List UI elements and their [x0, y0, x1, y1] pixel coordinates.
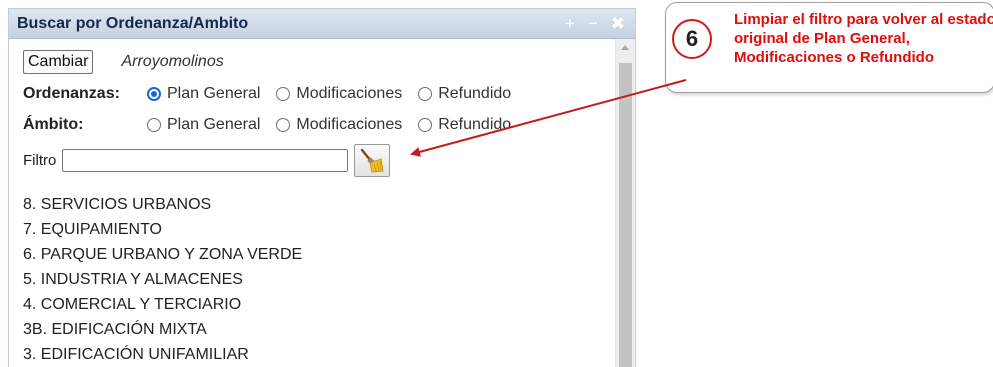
ambito-row: Ámbito: Plan General Modificaciones Refu…: [23, 116, 527, 134]
list-item[interactable]: 6. PARQUE URBANO Y ZONA VERDE: [23, 242, 302, 267]
panel-titlebar[interactable]: Buscar por Ordenanza/Ambito + − ✖: [9, 9, 635, 39]
scroll-thumb[interactable]: [619, 63, 632, 367]
location-row: Cambiar Arroyomolinos: [23, 50, 224, 74]
ambito-option-plan-general[interactable]: Plan General: [147, 116, 260, 134]
filter-label: Filtro: [23, 152, 57, 169]
radio-plan-general[interactable]: [147, 118, 161, 132]
change-button[interactable]: Cambiar: [23, 50, 94, 74]
radio-label: Plan General: [167, 116, 261, 133]
step-number-badge: 6: [672, 19, 712, 59]
location-label: Arroyomolinos: [121, 53, 224, 70]
radio-plan-general-checked[interactable]: [147, 87, 161, 101]
callout-box: 6 Limpiar el filtro para volver al estad…: [665, 2, 993, 93]
callout-text: Limpiar el filtro para volver al estado …: [734, 11, 993, 66]
ordenanzas-option-modificaciones[interactable]: Modificaciones: [276, 85, 402, 103]
list-item[interactable]: 5. INDUSTRIA Y ALMACENES: [23, 267, 302, 292]
ordenanzas-row: Ordenanzas: Plan General Modificaciones …: [23, 85, 527, 103]
search-panel: Buscar por Ordenanza/Ambito + − ✖ Cambia…: [8, 8, 636, 367]
clear-filter-button[interactable]: [354, 144, 391, 177]
radio-label: Plan General: [167, 85, 261, 102]
ordenanzas-option-plan-general[interactable]: Plan General: [147, 85, 260, 103]
radio-refundido[interactable]: [418, 118, 433, 132]
radio-label: Refundido: [438, 85, 512, 102]
ordenanzas-option-refundido[interactable]: Refundido: [418, 85, 511, 103]
radio-label: Refundido: [438, 116, 512, 133]
radio-label: Modificaciones: [296, 116, 403, 133]
list-item[interactable]: 4. COMERCIAL Y TERCIARIO: [23, 292, 302, 317]
filter-row: Filtro: [23, 144, 391, 177]
ambito-option-refundido[interactable]: Refundido: [418, 116, 511, 134]
ordinance-list: 8. SERVICIOS URBANOS 7. EQUIPAMIENTO 6. …: [23, 192, 302, 367]
vertical-scrollbar[interactable]: [615, 39, 635, 367]
radio-modificaciones[interactable]: [276, 87, 291, 101]
panel-content: Cambiar Arroyomolinos Ordenanzas: Plan G…: [9, 39, 616, 367]
broom-icon: [361, 148, 384, 173]
radio-refundido[interactable]: [418, 87, 433, 101]
ambito-label: Ámbito:: [23, 116, 84, 133]
list-item[interactable]: 8. SERVICIOS URBANOS: [23, 192, 302, 217]
panel-title: Buscar por Ordenanza/Ambito: [17, 14, 249, 32]
scroll-up-icon[interactable]: [621, 45, 629, 50]
radio-modificaciones[interactable]: [276, 118, 291, 132]
ordenanzas-label: Ordenanzas:: [23, 85, 120, 102]
radio-label: Modificaciones: [296, 85, 403, 102]
list-item[interactable]: 3. EDIFICACIÓN UNIFAMILIAR: [23, 342, 302, 367]
close-icon[interactable]: ✖: [611, 15, 625, 32]
list-item[interactable]: 7. EQUIPAMIENTO: [23, 217, 302, 242]
filter-input[interactable]: [62, 149, 349, 172]
ambito-option-modificaciones[interactable]: Modificaciones: [276, 116, 402, 134]
minimize-icon[interactable]: −: [588, 15, 598, 32]
list-item[interactable]: 3B. EDIFICACIÓN MIXTA: [23, 317, 302, 342]
add-icon[interactable]: +: [565, 15, 575, 32]
